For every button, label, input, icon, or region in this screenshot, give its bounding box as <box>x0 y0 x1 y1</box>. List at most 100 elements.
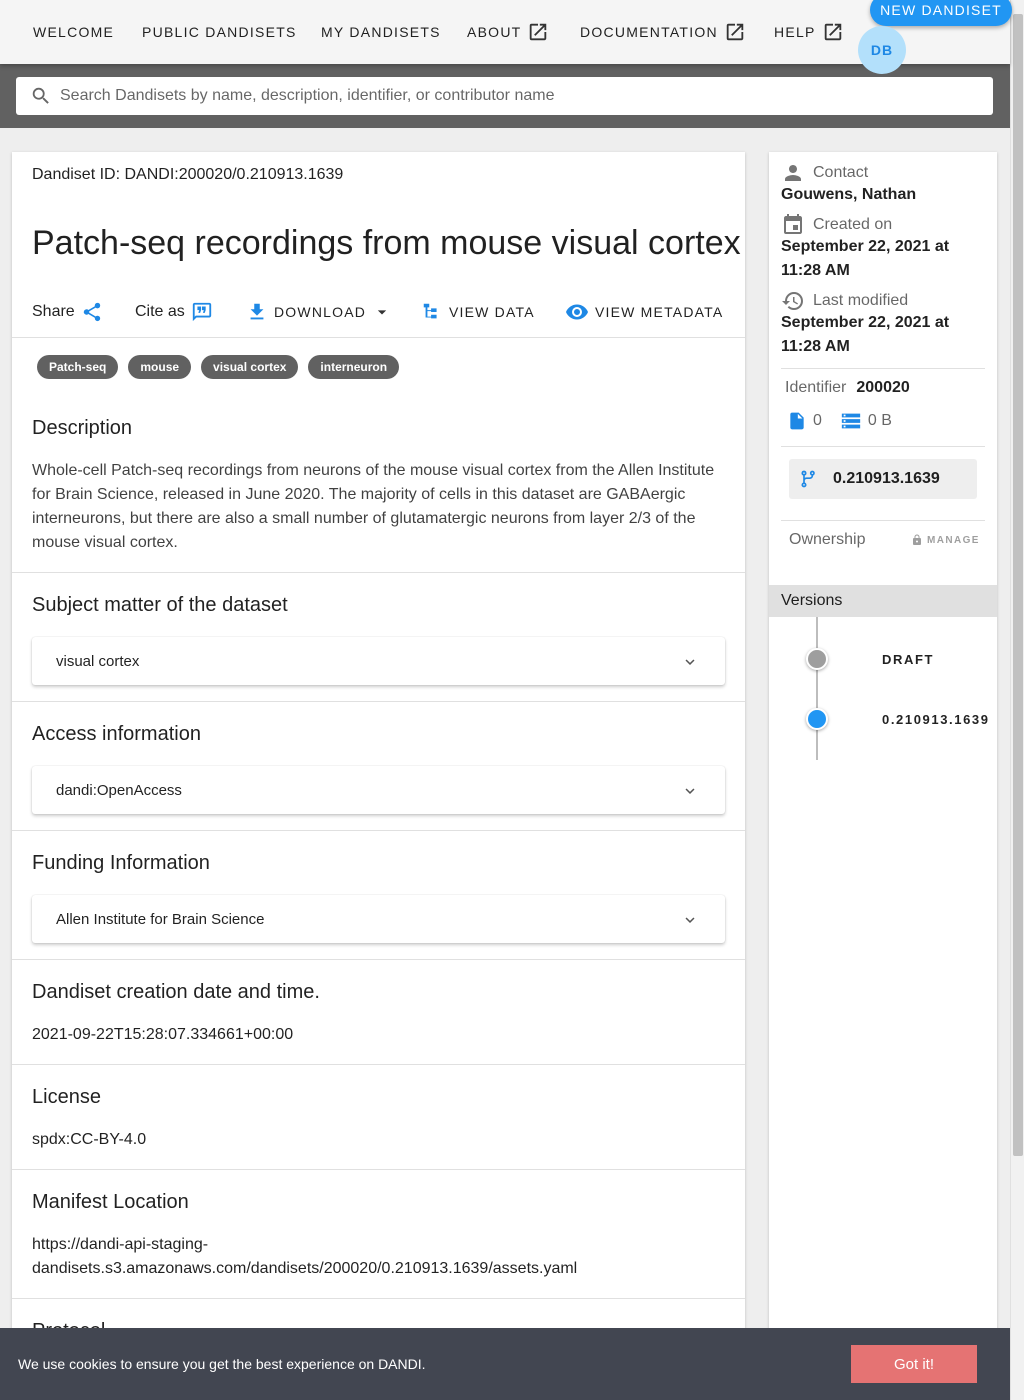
search-band <box>0 64 1010 128</box>
version-item-published[interactable]: 0.210913.1639 <box>882 712 990 727</box>
divider <box>12 959 745 960</box>
chevron-down-icon <box>685 917 695 923</box>
page-scrollbar[interactable] <box>1010 0 1024 1400</box>
keyword-chip: mouse <box>128 355 192 379</box>
access-expansion-panel[interactable]: dandi:OpenAccess <box>32 766 725 814</box>
view-metadata-label: VIEW METADATA <box>595 304 724 320</box>
dandiset-id: Dandiset ID: DANDI:200020/0.210913.1639 <box>32 166 344 183</box>
manifest-url-line2[interactable]: dandisets.s3.amazonaws.com/dandisets/200… <box>32 1257 577 1281</box>
person-icon <box>785 165 801 181</box>
file-tree-icon <box>423 303 437 319</box>
last-modified-label-text: Last modified <box>813 292 909 309</box>
cookie-message: We use cookies to ensure you get the bes… <box>18 1356 426 1372</box>
user-avatar[interactable]: DB <box>858 26 906 74</box>
calendar-icon <box>784 214 802 234</box>
external-link-icon <box>726 23 744 41</box>
external-link-icon <box>530 23 547 41</box>
page-title: Patch-seq recordings from mouse visual c… <box>32 224 741 262</box>
manifest-url-line1[interactable]: https://dandi-api-staging- <box>32 1233 208 1257</box>
identifier-row: Identifier 200020 <box>785 379 910 397</box>
funding-expansion-panel[interactable]: Allen Institute for Brain Science <box>32 895 725 943</box>
lock-icon <box>913 534 921 545</box>
divider <box>12 1298 745 1299</box>
chevron-down-icon <box>685 659 695 665</box>
last-modified-value-line1: September 22, 2021 at <box>781 314 950 331</box>
created-value: 2021-09-22T15:28:07.334661+00:00 <box>32 1026 294 1043</box>
contact-label-text: Contact <box>813 164 869 181</box>
subject-value: visual cortex <box>56 652 140 670</box>
subject-heading: Subject matter of the dataset <box>32 594 288 616</box>
keyword-chips: Patch-seq mouse visual cortex interneuro… <box>37 355 409 379</box>
search-box[interactable] <box>16 77 993 115</box>
download-button[interactable]: DOWNLOAD <box>240 292 398 332</box>
history-icon <box>782 292 803 310</box>
nav-help-label: HELP <box>774 24 816 40</box>
top-navigation-bar: WELCOME PUBLIC DANDISETS MY DANDISETS AB… <box>0 0 1012 74</box>
new-dandiset-button[interactable]: NEW DANDISET <box>870 0 1012 26</box>
ownership-label: Ownership <box>789 531 866 548</box>
search-icon <box>32 87 49 104</box>
contact-value: Gouwens, Nathan <box>781 186 917 203</box>
manifest-heading: Manifest Location <box>32 1191 189 1213</box>
access-value: dandi:OpenAccess <box>56 781 182 799</box>
identifier-value: 200020 <box>856 379 910 396</box>
download-icon <box>250 303 264 320</box>
created-on-value-line1: September 22, 2021 at <box>781 238 950 255</box>
manage-label: MANAGE <box>927 534 980 546</box>
divider <box>12 701 745 702</box>
branch-icon <box>801 470 815 488</box>
nav-about[interactable]: ABOUT <box>467 0 549 64</box>
identifier-label: Identifier <box>785 379 847 396</box>
storage-icon <box>841 413 861 429</box>
nav-welcome[interactable]: WELCOME <box>33 0 114 64</box>
divider <box>12 1169 745 1170</box>
share-button[interactable]: Share <box>32 292 109 332</box>
share-icon <box>83 302 100 322</box>
access-heading: Access information <box>32 723 201 745</box>
created-on-label: Created on <box>781 213 892 237</box>
eye-icon <box>566 304 588 320</box>
cite-button[interactable]: Cite as <box>135 292 219 332</box>
cookie-banner: We use cookies to ensure you get the bes… <box>0 1328 1010 1400</box>
current-version-chip[interactable]: 0.210913.1639 <box>789 459 977 499</box>
chevron-down-icon <box>685 788 695 794</box>
view-metadata-button[interactable]: VIEW METADATA <box>559 292 723 332</box>
cite-label: Cite as <box>135 303 185 320</box>
scrollbar-thumb[interactable] <box>1013 14 1023 1156</box>
contact-label: Contact <box>781 161 868 185</box>
divider <box>781 446 985 447</box>
stats-row: 0 0 B <box>787 410 892 432</box>
cookie-accept-button[interactable]: Got it! <box>851 1345 977 1383</box>
file-icon <box>790 412 804 430</box>
funding-heading: Funding Information <box>32 852 210 874</box>
search-input[interactable] <box>60 87 960 105</box>
share-label: Share <box>32 303 75 320</box>
keyword-chip: interneuron <box>308 355 400 379</box>
nav-documentation-label: DOCUMENTATION <box>580 24 718 40</box>
divider <box>12 1064 745 1065</box>
version-item-draft[interactable]: DRAFT <box>882 652 934 667</box>
view-data-button[interactable]: VIEW DATA <box>415 292 535 332</box>
manage-ownership-button[interactable]: MANAGE <box>911 534 980 546</box>
version-dot-published <box>806 708 828 730</box>
nav-documentation[interactable]: DOCUMENTATION <box>580 0 746 64</box>
nav-about-label: ABOUT <box>467 24 522 40</box>
last-modified-value-line2: 11:28 AM <box>781 338 850 355</box>
timeline-line <box>816 617 818 760</box>
funding-value: Allen Institute for Brain Science <box>56 910 265 928</box>
divider <box>781 520 985 521</box>
keyword-chip: visual cortex <box>201 355 299 379</box>
license-value: spdx:CC-BY-4.0 <box>32 1131 147 1148</box>
nav-help[interactable]: HELP <box>774 0 844 64</box>
current-version-label: 0.210913.1639 <box>833 470 940 487</box>
subject-expansion-panel[interactable]: visual cortex <box>32 637 725 685</box>
total-size: 0 B <box>867 412 892 429</box>
version-dot-draft <box>806 648 828 670</box>
created-on-label-text: Created on <box>813 216 893 233</box>
divider <box>12 830 745 831</box>
dandiset-sidebar: Contact Gouwens, Nathan Created on Septe… <box>769 152 997 1400</box>
nav-my-dandisets[interactable]: MY DANDISETS <box>321 0 441 64</box>
dandiset-main-card: Dandiset ID: DANDI:200020/0.210913.1639 … <box>12 152 745 1400</box>
keyword-chip: Patch-seq <box>37 355 119 379</box>
nav-public-dandisets[interactable]: PUBLIC DANDISETS <box>142 0 297 64</box>
